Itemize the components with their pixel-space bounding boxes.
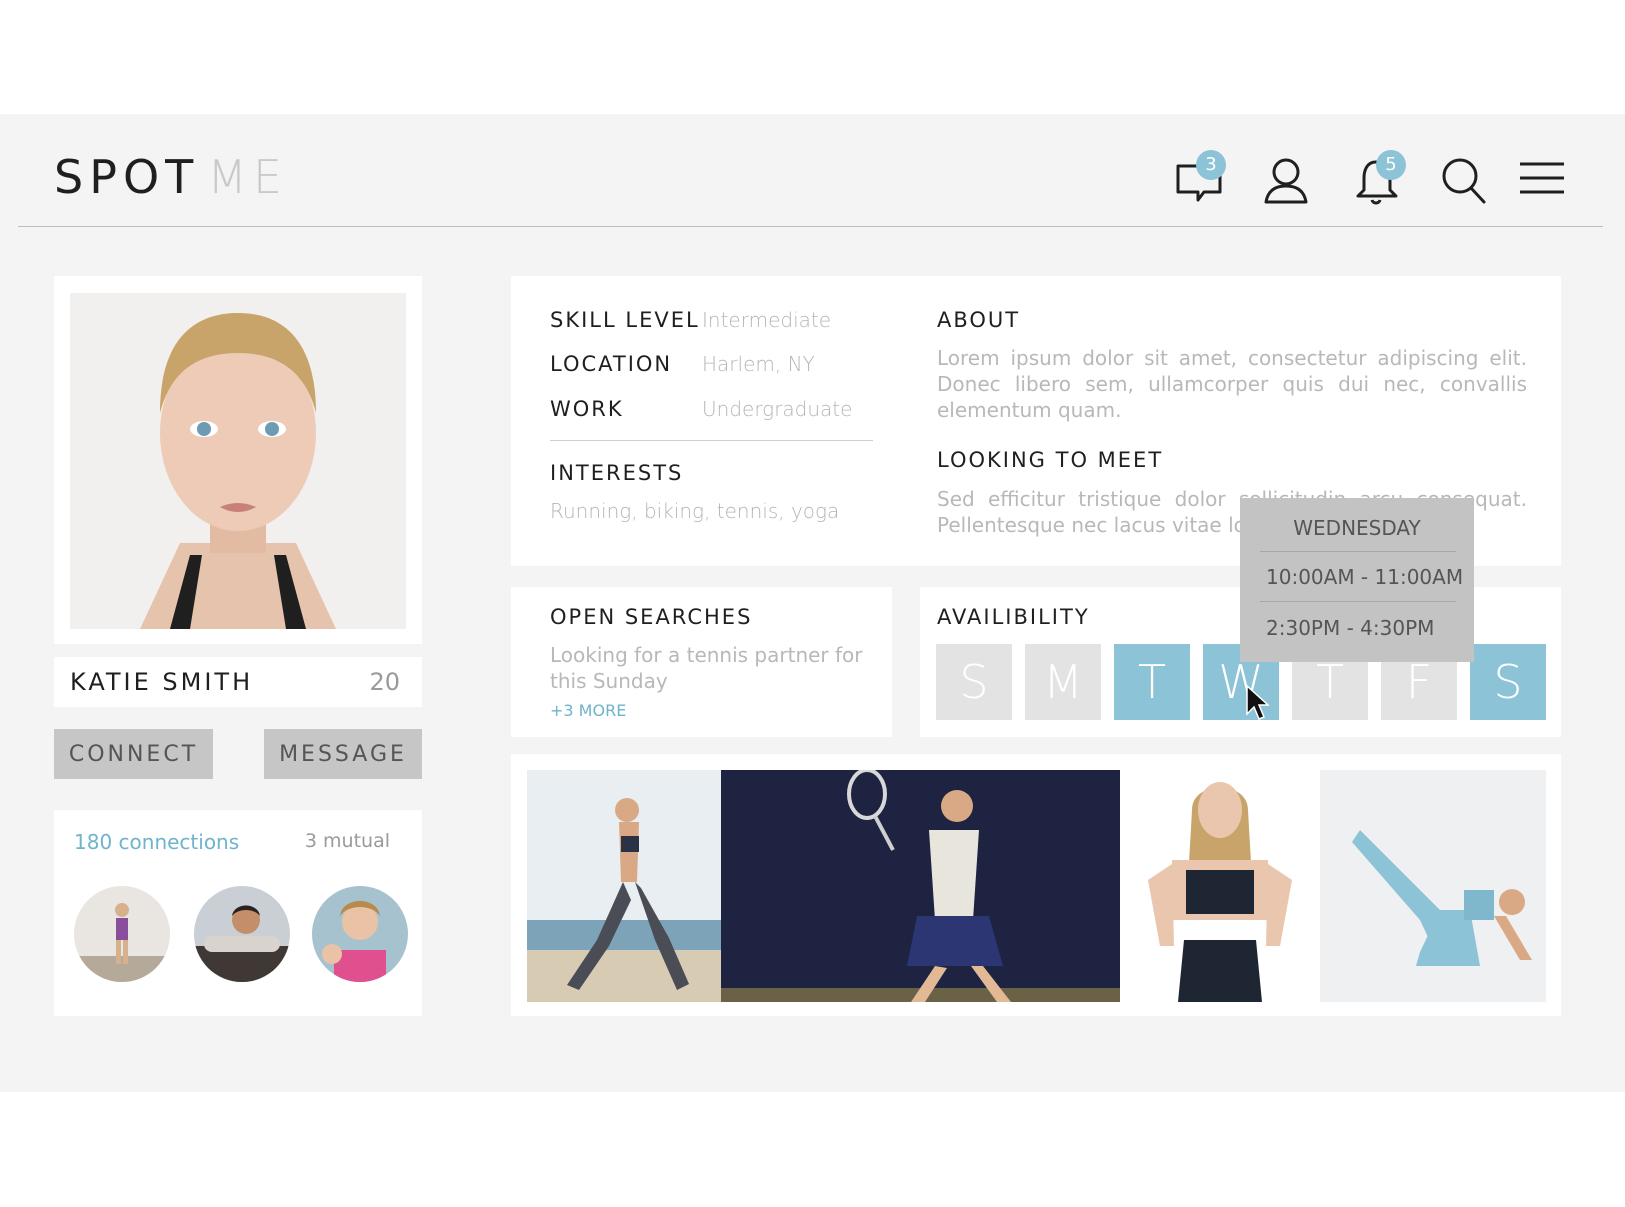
location-value: Harlem, NY xyxy=(702,352,815,376)
availability-popup: WEDNESDAY 10:00AM - 11:00AM 2:30PM - 4:3… xyxy=(1240,498,1474,662)
messages-badge: 3 xyxy=(1196,150,1226,180)
about-label: ABOUT xyxy=(937,308,1021,332)
interests-label: INTERESTS xyxy=(550,461,684,485)
mutual-count: 3 mutual xyxy=(304,830,390,852)
profile-name: KATIE SMITH xyxy=(70,668,254,696)
skill-level-value: Intermediate xyxy=(702,308,832,332)
about-text: Lorem ipsum dolor sit amet, consectetur … xyxy=(937,346,1527,422)
menu-icon xyxy=(1520,162,1564,194)
menu-button[interactable] xyxy=(1510,150,1570,210)
gallery-photo-yoga[interactable] xyxy=(1320,770,1546,1002)
connections-card: 180 connections 3 mutual xyxy=(54,810,422,1016)
more-searches-link[interactable]: +3 MORE xyxy=(550,701,626,720)
work-label: WORK xyxy=(550,397,624,421)
skill-level-label: SKILL LEVEL xyxy=(550,308,700,332)
details-divider xyxy=(550,440,873,441)
user-icon xyxy=(1264,158,1308,204)
popup-day-title: WEDNESDAY xyxy=(1293,516,1421,540)
open-search-text: Looking for a tennis partner for this Su… xyxy=(550,643,863,693)
connection-avatar[interactable] xyxy=(194,886,290,982)
work-value: Undergraduate xyxy=(702,397,853,421)
availability-title: AVAILIBILITY xyxy=(937,605,1090,629)
logo-part-me: ME xyxy=(207,150,289,204)
popup-divider xyxy=(1260,551,1456,552)
search-icon xyxy=(1442,158,1486,204)
profile-button[interactable] xyxy=(1258,150,1318,210)
profile-photo xyxy=(70,293,406,629)
profile-age: 20 xyxy=(369,668,400,696)
connection-avatar[interactable] xyxy=(74,886,170,982)
gallery-photo-portrait[interactable] xyxy=(1120,770,1320,1002)
logo[interactable]: SPOT ME xyxy=(54,150,288,204)
day-tile[interactable]: M xyxy=(1025,644,1101,720)
gallery-photo-tennis[interactable] xyxy=(721,770,1120,1002)
gallery-photo-running[interactable] xyxy=(527,770,721,1002)
looking-to-meet-label: LOOKING TO MEET xyxy=(937,448,1164,472)
logo-part-spot: SPOT xyxy=(54,150,200,204)
day-tile[interactable]: S xyxy=(936,644,1012,720)
popup-divider xyxy=(1260,601,1456,602)
notifications-button[interactable]: 5 xyxy=(1348,150,1408,210)
day-tile[interactable]: T xyxy=(1114,644,1190,720)
mouse-cursor-icon xyxy=(1246,684,1270,720)
connection-avatar[interactable] xyxy=(312,886,408,982)
open-searches-card: OPEN SEARCHES Looking for a tennis partn… xyxy=(511,587,892,737)
notifications-badge: 5 xyxy=(1376,150,1406,180)
open-searches-title: OPEN SEARCHES xyxy=(550,605,753,629)
name-row: KATIE SMITH 20 xyxy=(54,657,422,707)
day-tile[interactable]: S xyxy=(1470,644,1546,720)
connect-button[interactable]: CONNECT xyxy=(54,729,213,779)
header-divider xyxy=(18,226,1603,227)
search-button[interactable] xyxy=(1434,150,1494,210)
time-slot[interactable]: 10:00AM - 11:00AM xyxy=(1266,565,1463,589)
time-slot[interactable]: 2:30PM - 4:30PM xyxy=(1266,616,1434,640)
location-label: LOCATION xyxy=(550,352,673,376)
interests-value: Running, biking, tennis, yoga xyxy=(550,499,840,523)
messages-button[interactable]: 3 xyxy=(1168,150,1228,210)
connections-link[interactable]: 180 connections xyxy=(74,830,239,854)
message-button[interactable]: MESSAGE xyxy=(264,729,422,779)
